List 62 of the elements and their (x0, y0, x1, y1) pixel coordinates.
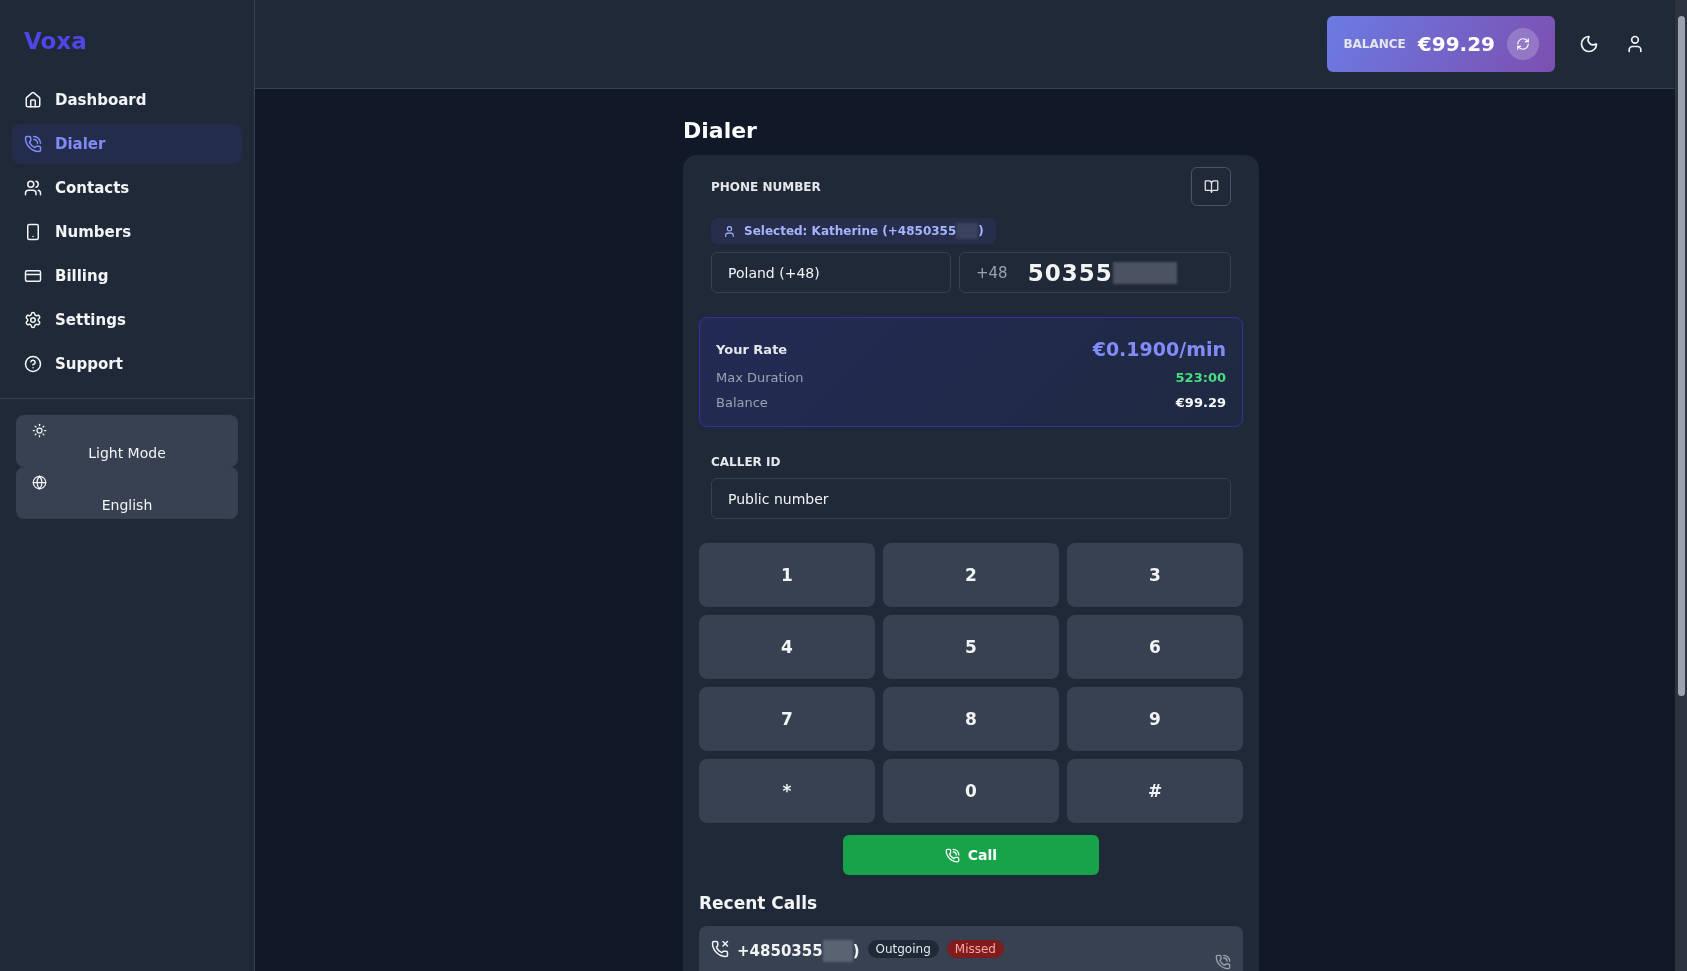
sidebar-item[interactable]: Dashboard (12, 80, 242, 120)
phone-icon (944, 847, 960, 863)
rate-value: €0.1900/min (1092, 338, 1226, 360)
rate-title: Your Rate (716, 341, 788, 357)
keypad-key[interactable]: 1 (699, 543, 875, 607)
status-badge: Missed (946, 940, 1004, 958)
scrollbar[interactable] (1675, 0, 1687, 971)
field-label: CALLER ID (711, 455, 781, 469)
nav-icon (24, 223, 42, 241)
keypad-key[interactable]: 0 (883, 759, 1059, 823)
keypad-key[interactable]: 7 (699, 687, 875, 751)
rate-row-label: Max Duration (716, 370, 804, 385)
keypad-key[interactable]: 9 (1067, 687, 1243, 751)
preference-button[interactable]: Light Mode (16, 415, 238, 467)
sidebar-item[interactable]: Billing (12, 256, 242, 296)
balance-label: BALANCE (1343, 37, 1406, 51)
nav-icon (24, 179, 42, 197)
keypad-key[interactable]: 4 (699, 615, 875, 679)
keypad-key[interactable]: 5 (883, 615, 1059, 679)
refresh-icon (1516, 37, 1530, 51)
book-icon (1203, 179, 1219, 194)
keypad-key[interactable]: 2 (883, 543, 1059, 607)
refresh-button[interactable] (1507, 28, 1539, 60)
nav-icon (24, 355, 42, 373)
user-icon (723, 224, 736, 238)
page-title: Dialer (683, 118, 758, 143)
keypad-key[interactable]: 3 (1067, 543, 1243, 607)
keypad-key[interactable]: 6 (1067, 615, 1243, 679)
rate-row-value: 523:00 (1175, 370, 1226, 385)
phone-input[interactable]: +48 50355 (959, 252, 1231, 293)
phone-icon[interactable] (1215, 954, 1231, 970)
sidebar-item[interactable]: Dialer (12, 124, 242, 164)
missed-call-icon (711, 940, 729, 958)
section-title: Recent Calls (699, 893, 819, 913)
preference-button[interactable]: English (16, 467, 238, 519)
field-label: PHONE NUMBER (711, 179, 821, 194)
sidebar-item[interactable]: Support (12, 344, 242, 384)
country-select[interactable]: Poland (+48) (711, 252, 951, 293)
selected-contact-text: Selected: Katherine (+4850355 (744, 224, 957, 238)
nav-icon (24, 91, 42, 109)
rate-row-label: Balance (716, 395, 768, 410)
nav-icon (24, 135, 42, 153)
caller-id-select[interactable]: Public number (711, 478, 1231, 519)
book-button[interactable] (1191, 167, 1231, 206)
call-number: ) (852, 942, 860, 960)
selected-contact-text: ) (978, 224, 984, 238)
call-number: +4850355 (737, 942, 823, 960)
nav-icon (24, 267, 42, 285)
nav-icon (24, 311, 42, 329)
sun-icon (32, 423, 47, 438)
balance-value: €99.29 (1417, 32, 1495, 56)
sidebar-item[interactable]: Numbers (12, 212, 242, 252)
keypad-key[interactable]: # (1067, 759, 1243, 823)
globe-icon (32, 475, 47, 490)
app-logo: Voxa (23, 27, 88, 56)
keypad-key[interactable]: * (699, 759, 875, 823)
keypad-key[interactable]: 8 (883, 687, 1059, 751)
rate-row-value: €99.29 (1175, 395, 1226, 410)
direction-badge: Outgoing (867, 940, 939, 958)
sidebar-item[interactable]: Settings (12, 300, 242, 340)
recent-call-row[interactable]: +4850355 ) Outgoing Missed (699, 926, 1243, 971)
sidebar-item[interactable]: Contacts (12, 168, 242, 208)
